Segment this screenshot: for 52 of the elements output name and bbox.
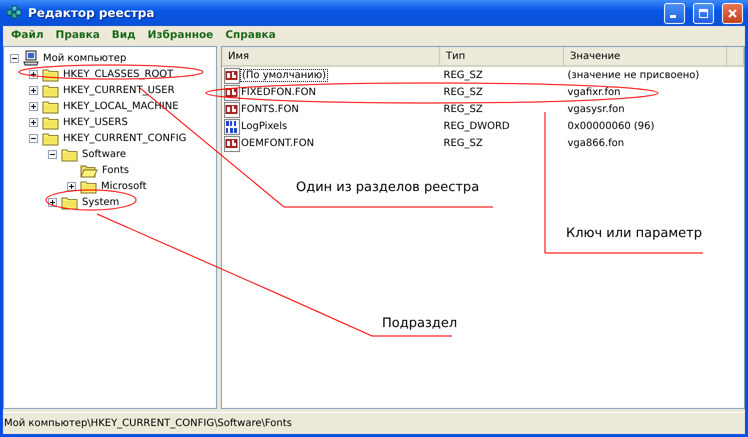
menu-item[interactable]: Файл (5, 29, 50, 41)
menu-item[interactable]: Справка (219, 29, 282, 41)
collapse-toggle[interactable] (48, 150, 57, 158)
minimize-button[interactable] (664, 2, 685, 24)
collapse-toggle[interactable] (29, 134, 38, 142)
expand-toggle[interactable] (29, 86, 38, 94)
tree-item[interactable]: Fonts (101, 164, 130, 176)
tree-item[interactable]: Мой компьютер (42, 52, 128, 64)
status-text: Мой компьютер\HKEY_CURRENT_CONFIG\Software\Fonts (4, 418, 292, 429)
table-cell-text: vgasysr.fon (566, 103, 626, 117)
table-cell: REG_SZ (440, 66, 564, 84)
table-cell-text: REG_SZ (442, 137, 484, 151)
tree-item[interactable]: Software (81, 148, 128, 160)
menu-item[interactable]: Правка (50, 29, 106, 41)
maximize-icon (698, 8, 709, 18)
app-icon (6, 5, 22, 21)
table-cell-text: vgafixr.fon (566, 86, 622, 100)
close-button[interactable] (722, 2, 743, 24)
tree-item[interactable]: HKEY_USERS (62, 116, 129, 128)
close-icon (727, 8, 738, 18)
tree-item[interactable]: HKEY_CLASSES_ROOT (62, 68, 174, 80)
table-cell: (значение не присвоено) (564, 66, 726, 84)
value-name[interactable]: (По умолчанию) (241, 70, 328, 81)
table-cell-text: REG_SZ (442, 86, 484, 100)
annotation-label: Ключ или параметр (566, 226, 702, 241)
column-header[interactable]: Значение (564, 47, 726, 66)
expand-toggle[interactable] (29, 118, 38, 126)
table-cell-text: REG_DWORD (442, 120, 511, 134)
menu-item[interactable]: Избранное (142, 29, 220, 41)
tree-item[interactable]: Microsoft (100, 180, 148, 192)
annotation-label: Один из разделов реестра (296, 180, 480, 195)
tree-item[interactable]: System (81, 196, 120, 208)
window-title: Редактор реестра (28, 6, 156, 20)
table-cell-text: REG_SZ (442, 103, 484, 117)
annotation-label: Подраздел (382, 316, 458, 331)
column-header[interactable]: Тип (440, 47, 564, 66)
expand-toggle[interactable] (67, 182, 76, 190)
minimize-icon (670, 14, 676, 18)
collapse-toggle[interactable] (10, 54, 19, 62)
table-cell-text: 0x00000060 (96) (566, 120, 656, 134)
value-name[interactable]: FIXEDFON.FON (241, 87, 316, 98)
value-name[interactable]: OEMFONT.FON (241, 138, 314, 149)
maximize-button[interactable] (693, 2, 714, 24)
value-name[interactable]: LogPixels (241, 121, 288, 132)
expand-toggle[interactable] (48, 198, 57, 206)
computer-icon (23, 50, 39, 66)
expand-toggle[interactable] (29, 102, 38, 110)
table-cell-text: vga866.fon (566, 137, 626, 151)
menu-item[interactable]: Вид (106, 29, 142, 41)
tree-item[interactable]: HKEY_CURRENT_CONFIG (62, 132, 188, 144)
value-name[interactable]: FONTS.FON (241, 104, 299, 115)
column-header[interactable]: Имя (222, 47, 440, 66)
